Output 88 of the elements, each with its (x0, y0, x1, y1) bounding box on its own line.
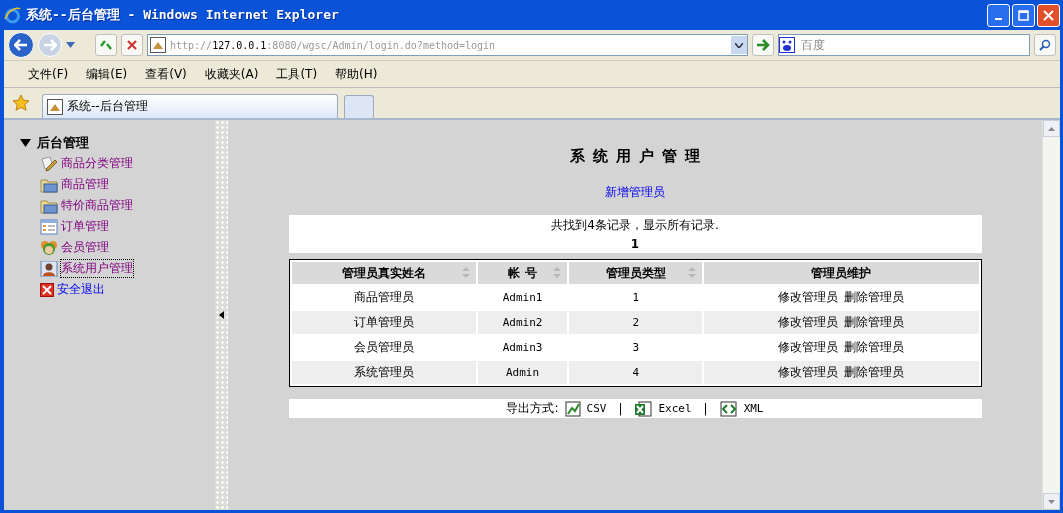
user-icon (40, 260, 58, 277)
sidebar-link[interactable]: 系统用户管理 (60, 259, 134, 278)
table-cell-text: 3 (631, 340, 641, 356)
scroll-down-icon[interactable] (1048, 499, 1055, 504)
action-link[interactable]: 修改管理员 (778, 289, 839, 306)
window-title: 系统--后台管理 - Windows Internet Explorer (26, 6, 340, 24)
maximize-icon (1018, 9, 1029, 21)
action-link[interactable]: 修改管理员 (778, 314, 839, 331)
table-cell: 订单管理员 (291, 311, 476, 334)
close-button[interactable] (1037, 3, 1060, 27)
address-field[interactable]: http://127.0.0.1:8080/wgsc/Admin/login.do?method=login (147, 34, 748, 56)
caret-icon[interactable] (66, 42, 75, 48)
menu-item[interactable]: 帮助(H) (335, 65, 378, 83)
export-link[interactable]: Excel (658, 402, 692, 415)
menu-item[interactable]: 查看(V) (145, 65, 187, 83)
back-button[interactable] (8, 32, 34, 58)
export-link[interactable]: XML (743, 402, 764, 415)
table-cell-text: 商品管理员 (352, 289, 415, 306)
export-link[interactable]: CSV (586, 402, 607, 415)
column-header[interactable]: 管理员类型 (569, 262, 703, 284)
collapse-arrow-icon[interactable] (219, 311, 224, 319)
menu-item[interactable]: 编辑(E) (86, 65, 128, 83)
table-cell: Admin2 (477, 311, 568, 334)
star-icon[interactable] (12, 94, 30, 112)
back-arrow-icon (14, 39, 28, 51)
page-number[interactable]: 1 (630, 237, 640, 251)
separator: | (617, 401, 624, 416)
export-label: 导出方式: (506, 400, 559, 417)
add-admin-link[interactable]: 新增管理员 (605, 184, 665, 201)
folder-icon (40, 176, 58, 193)
table-cell: 2 (569, 311, 703, 334)
list-icon (40, 218, 58, 235)
table-cell-text: Admin1 (501, 290, 544, 306)
page-icon (47, 98, 63, 115)
close-icon (40, 282, 54, 297)
search-icon (1039, 39, 1051, 51)
action-link[interactable]: 删除管理员 (844, 289, 905, 306)
table-cell: 4 (569, 361, 703, 384)
table-cell: 系统管理员 (291, 361, 476, 384)
stop-button[interactable] (121, 34, 143, 56)
menu-item[interactable]: 工具(T) (276, 65, 318, 83)
table-cell-text: 会员管理员 (352, 339, 415, 356)
forward-arrow-icon (43, 39, 57, 51)
browser-tab[interactable]: 系统--后台管理 (42, 94, 338, 118)
dropdown-button[interactable] (731, 36, 747, 54)
minimize-button[interactable] (987, 3, 1010, 27)
browser-icon (4, 6, 21, 24)
column-header[interactable]: 帐 号 (477, 262, 568, 284)
pencil-page-icon (40, 155, 58, 172)
stop-icon (127, 40, 137, 50)
go-arrow-icon (756, 39, 770, 51)
column-header[interactable]: 管理员真实姓名 (291, 262, 476, 284)
chevron-down-icon (735, 42, 743, 48)
sidebar-link[interactable]: 商品分类管理 (60, 154, 134, 173)
sidebar-link[interactable]: 会员管理 (60, 238, 110, 257)
menu-item[interactable]: 收藏夹(A) (204, 65, 259, 83)
column-header: 管理员维护 (704, 262, 979, 284)
action-link[interactable]: 修改管理员 (778, 364, 839, 381)
table-cell-text: 1 (631, 290, 641, 306)
sidebar-link[interactable]: 特价商品管理 (60, 196, 134, 215)
paw-icon (779, 37, 795, 53)
sidebar-link[interactable]: 安全退出 (56, 280, 106, 299)
expander-icon[interactable] (20, 139, 31, 147)
sidebar-link[interactable]: 订单管理 (60, 217, 110, 236)
menu-item[interactable]: 文件(F) (28, 65, 69, 83)
action-link[interactable]: 删除管理员 (844, 314, 905, 331)
go-button[interactable] (752, 34, 774, 56)
tree-root-label: 后台管理 (37, 134, 89, 152)
table-cell: Admin (477, 361, 568, 384)
action-link[interactable]: 删除管理员 (844, 339, 905, 356)
page-icon (150, 37, 166, 53)
sidebar-link[interactable]: 商品管理 (60, 175, 110, 194)
minimize-icon (995, 17, 1002, 20)
folder-icon (40, 197, 58, 214)
search-box[interactable]: 百度 (778, 34, 1030, 56)
scroll-up-icon[interactable] (1048, 126, 1055, 131)
people-icon (40, 239, 58, 256)
page-title: 系统用户管理 (570, 147, 708, 166)
separator: | (702, 401, 709, 416)
action-link[interactable]: 删除管理员 (844, 364, 905, 381)
scrollbar[interactable] (1042, 120, 1060, 510)
maximize-button[interactable] (1012, 3, 1035, 27)
close-icon (1043, 9, 1054, 21)
search-button[interactable] (1034, 34, 1056, 56)
table-cell-text: Admin3 (501, 340, 544, 356)
action-link[interactable]: 修改管理员 (778, 339, 839, 356)
refresh-button[interactable] (95, 34, 117, 56)
record-summary: 共找到4条记录，显示所有记录. (551, 217, 719, 234)
